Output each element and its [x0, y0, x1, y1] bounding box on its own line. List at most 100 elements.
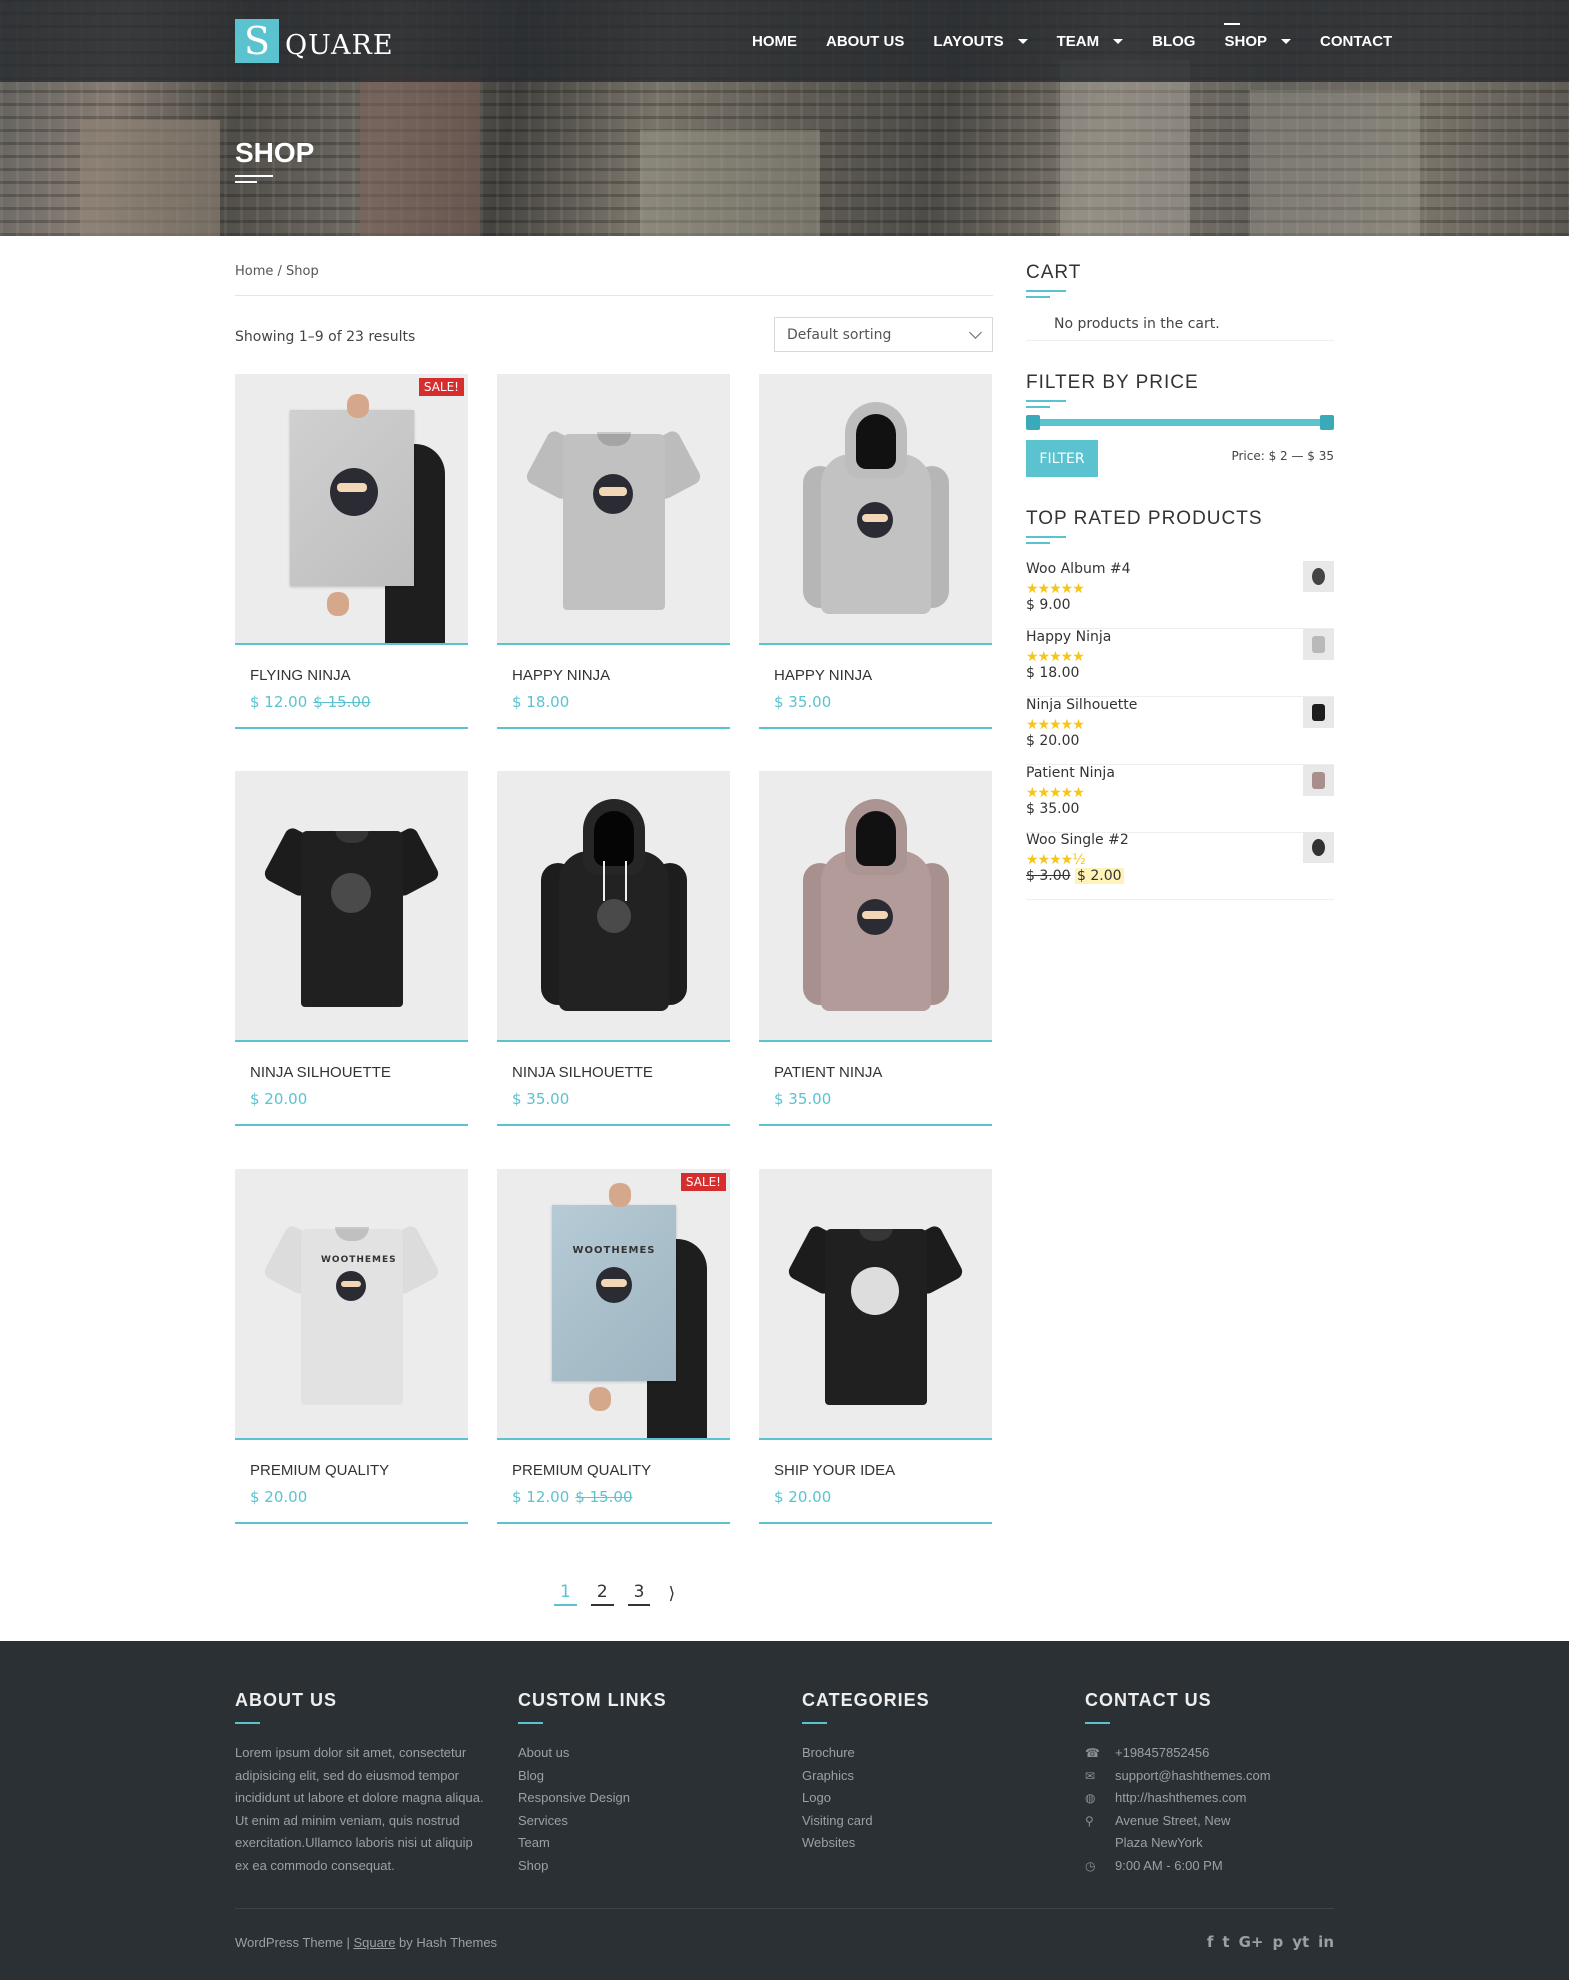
slider-min-handle[interactable] [1026, 415, 1040, 430]
product-name[interactable]: SHIP YOUR IDEA [774, 1462, 895, 1479]
item-name[interactable]: Woo Single #2 [1026, 832, 1129, 848]
category-link[interactable]: Websites [802, 1832, 1057, 1855]
item-thumbnail[interactable] [1303, 697, 1334, 728]
twitter-icon[interactable]: t [1222, 1933, 1229, 1951]
ninja-graphic [330, 468, 378, 516]
nav-layouts[interactable]: LAYOUTS [933, 32, 1028, 50]
product-image[interactable]: SALE! [235, 374, 468, 645]
contact-email[interactable]: support@hashthemes.com [1115, 1765, 1271, 1788]
footer-link[interactable]: About us [518, 1742, 773, 1765]
footer-link[interactable]: Shop [518, 1855, 773, 1878]
chevron-down-icon [969, 325, 982, 339]
product-card[interactable]: WOOTHEMES SALE! PREMIUM QUALITY $ 12.00 $… [497, 1169, 730, 1524]
current-price: $ 35.00 [774, 1090, 832, 1108]
product-image[interactable] [235, 771, 468, 1042]
product-name[interactable]: NINJA SILHOUETTE [512, 1064, 653, 1081]
product-image[interactable] [759, 374, 992, 645]
item-thumbnail[interactable] [1303, 629, 1334, 660]
product-image[interactable] [759, 1169, 992, 1440]
contact-phone[interactable]: +198457852456 [1115, 1742, 1209, 1765]
product-card[interactable]: HAPPY NINJA $ 35.00 [759, 374, 992, 729]
item-name[interactable]: Ninja Silhouette [1026, 697, 1137, 713]
page-2-link[interactable]: 2 [590, 1582, 614, 1606]
product-name[interactable]: FLYING NINJA [250, 667, 351, 684]
divider [1026, 340, 1334, 341]
product-price: $ 12.00 $ 15.00 [512, 1488, 633, 1506]
nav-team[interactable]: TEAM [1057, 33, 1124, 50]
product-card[interactable]: SHIP YOUR IDEA $ 20.00 [759, 1169, 992, 1524]
product-name[interactable]: NINJA SILHOUETTE [250, 1064, 391, 1081]
page-title: SHOP [235, 137, 315, 168]
price-range-slider[interactable] [1026, 419, 1334, 426]
next-page-icon[interactable]: ⟩ [668, 1584, 675, 1604]
product-name[interactable]: PREMIUM QUALITY [512, 1462, 651, 1479]
theme-link[interactable]: Square [354, 1935, 396, 1950]
top-rated-item[interactable]: Woo Album #4 ★★★★★ $ 9.00 [1026, 561, 1334, 629]
product-card[interactable]: SALE! FLYING NINJA $ 12.00 $ 15.00 [235, 374, 468, 729]
footer-link[interactable]: Team [518, 1832, 773, 1855]
product-price: $ 35.00 [774, 693, 831, 711]
nav-shop[interactable]: SHOP [1224, 22, 1291, 50]
category-link[interactable]: Graphics [802, 1765, 1057, 1788]
product-price: $ 20.00 [774, 1488, 831, 1506]
linkedin-icon[interactable]: in [1318, 1933, 1334, 1951]
top-rated-item[interactable]: Patient Ninja ★★★★★ $ 35.00 [1026, 765, 1334, 833]
sorting-value: Default sorting [787, 326, 892, 343]
product-image[interactable] [759, 771, 992, 1042]
item-name[interactable]: Patient Ninja [1026, 765, 1115, 781]
category-link[interactable]: Visiting card [802, 1810, 1057, 1833]
filter-button[interactable]: FILTER [1026, 440, 1098, 477]
product-image[interactable]: WOOTHEMES SALE! [497, 1169, 730, 1440]
breadcrumb[interactable]: Home / Shop [235, 264, 319, 279]
youtube-icon[interactable]: yt [1292, 1933, 1309, 1951]
caret-down-icon [1281, 38, 1291, 44]
product-name[interactable]: HAPPY NINJA [512, 667, 610, 684]
item-thumbnail[interactable] [1303, 561, 1334, 592]
sorting-select[interactable]: Default sorting [774, 317, 993, 352]
hand-image [589, 1387, 611, 1411]
facebook-icon[interactable]: f [1207, 1933, 1214, 1951]
pinterest-icon[interactable]: p [1272, 1933, 1283, 1951]
page-1-link[interactable]: 1 [554, 1582, 577, 1606]
contact-website[interactable]: http://hashthemes.com [1115, 1787, 1247, 1810]
product-card[interactable]: WOOTHEMES PREMIUM QUALITY $ 20.00 [235, 1169, 468, 1524]
product-name[interactable]: HAPPY NINJA [774, 667, 872, 684]
footer-link[interactable]: Services [518, 1810, 773, 1833]
google-plus-icon[interactable]: G+ [1239, 1933, 1264, 1951]
footer-link[interactable]: Responsive Design [518, 1787, 773, 1810]
item-thumbnail[interactable] [1303, 765, 1334, 796]
category-link[interactable]: Logo [802, 1787, 1057, 1810]
slider-max-handle[interactable] [1320, 415, 1334, 430]
nav-home[interactable]: HOME [752, 33, 797, 50]
product-card[interactable]: HAPPY NINJA $ 18.00 [497, 374, 730, 729]
product-card[interactable]: NINJA SILHOUETTE $ 20.00 [235, 771, 468, 1126]
site-logo[interactable]: S QUARE [235, 18, 394, 64]
item-name[interactable]: Happy Ninja [1026, 629, 1111, 645]
heading-underline [802, 1722, 827, 1724]
nav-contact[interactable]: CONTACT [1320, 33, 1392, 50]
category-list: Brochure Graphics Logo Visiting card Web… [802, 1742, 1057, 1855]
product-image[interactable] [497, 771, 730, 1042]
category-link[interactable]: Brochure [802, 1742, 1057, 1765]
top-rated-item[interactable]: Woo Single #2 ★★★★½ $ 3.00 $ 2.00 [1026, 832, 1334, 900]
top-rated-item[interactable]: Happy Ninja ★★★★★ $ 18.00 [1026, 629, 1334, 697]
card-underline [235, 727, 468, 729]
product-image[interactable] [497, 374, 730, 645]
product-name[interactable]: PREMIUM QUALITY [250, 1462, 389, 1479]
nav-blog[interactable]: BLOG [1152, 33, 1195, 50]
product-image[interactable]: WOOTHEMES [235, 1169, 468, 1440]
product-card[interactable]: NINJA SILHOUETTE $ 35.00 [497, 771, 730, 1126]
footer-link[interactable]: Blog [518, 1765, 773, 1788]
contact-hours: 9:00 AM - 6:00 PM [1115, 1857, 1223, 1873]
product-card[interactable]: PATIENT NINJA $ 35.00 [759, 771, 992, 1126]
page-3-link[interactable]: 3 [627, 1582, 651, 1606]
caret-down-icon [1017, 38, 1028, 44]
star-rating-icon: ★★★★★ [1026, 581, 1085, 597]
nav-about-us[interactable]: ABOUT US [826, 33, 904, 50]
product-name[interactable]: PATIENT NINJA [774, 1064, 882, 1081]
item-name[interactable]: Woo Album #4 [1026, 561, 1131, 577]
product-price: $ 35.00 [774, 1090, 831, 1108]
nav-label: LAYOUTS [933, 32, 1004, 50]
top-rated-item[interactable]: Ninja Silhouette ★★★★★ $ 20.00 [1026, 697, 1334, 765]
item-thumbnail[interactable] [1303, 832, 1334, 863]
